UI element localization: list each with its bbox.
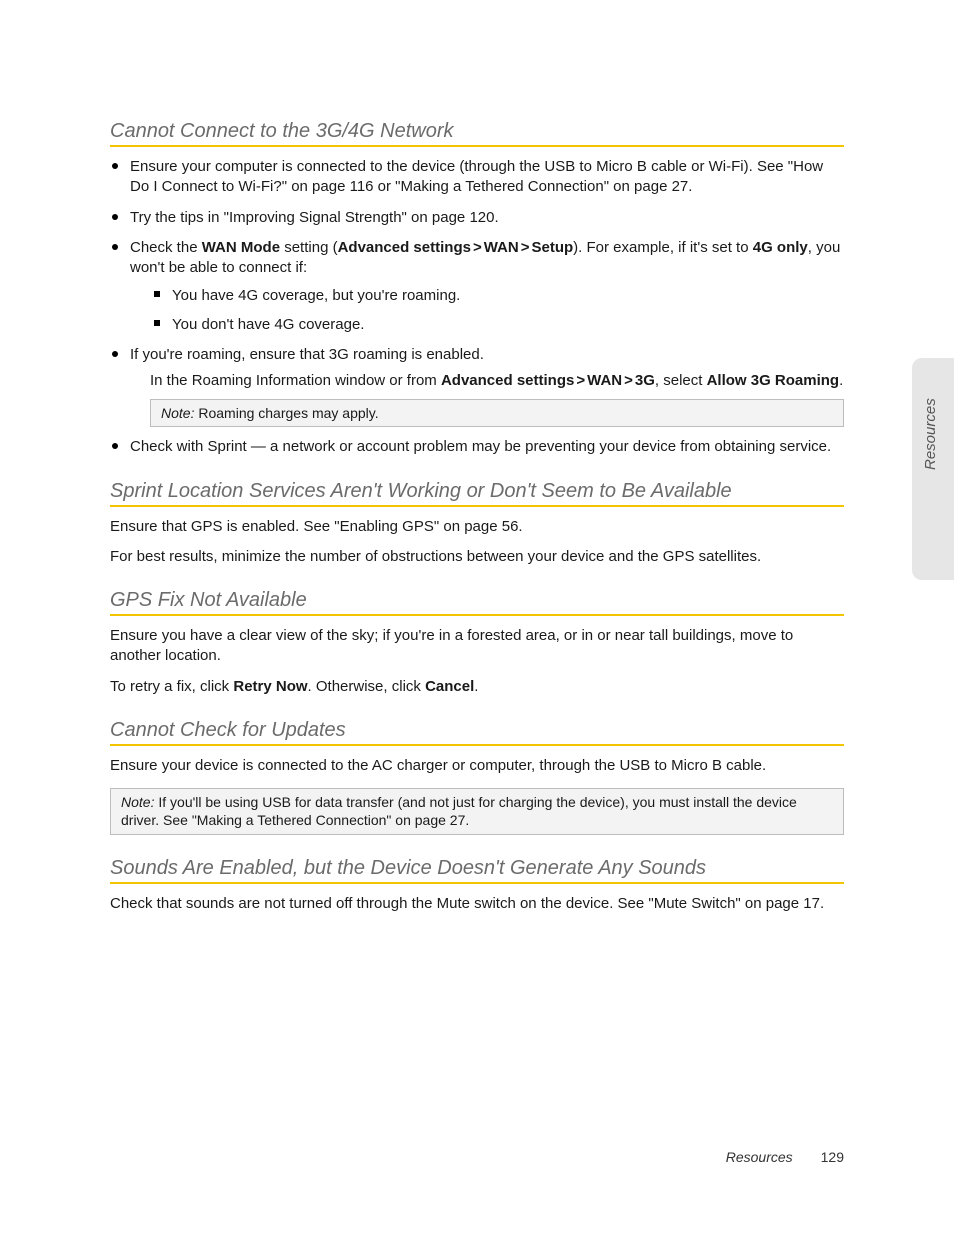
- text: .: [474, 678, 478, 695]
- text: To retry a fix, click: [110, 678, 233, 695]
- text: .: [839, 372, 843, 389]
- bullet-list: Ensure your computer is connected to the…: [110, 157, 844, 458]
- heading-cannot-connect: Cannot Connect to the 3G/4G Network: [110, 120, 844, 147]
- heading-cannot-check-updates: Cannot Check for Updates: [110, 719, 844, 746]
- bold-allow-roaming: Allow 3G Roaming: [707, 372, 840, 389]
- section-cannot-connect: Cannot Connect to the 3G/4G Network Ensu…: [110, 120, 844, 458]
- page-number: 129: [821, 1149, 844, 1165]
- bold-retry-now: Retry Now: [233, 678, 307, 695]
- sub-paragraph: In the Roaming Information window or fro…: [150, 371, 844, 391]
- sub-bullet-list: You have 4G coverage, but you're roaming…: [154, 286, 844, 335]
- heading-gps-fix: GPS Fix Not Available: [110, 589, 844, 616]
- chevron-icon: >: [471, 239, 484, 256]
- paragraph: Ensure your device is connected to the A…: [110, 756, 844, 776]
- document-page: Resources Cannot Connect to the 3G/4G Ne…: [0, 0, 954, 1235]
- chevron-icon: >: [622, 372, 635, 389]
- bold-4g-only: 4G only: [753, 239, 808, 256]
- side-tab-resources: Resources: [912, 358, 954, 580]
- paragraph: For best results, minimize the number of…: [110, 547, 844, 567]
- paragraph: Ensure you have a clear view of the sky;…: [110, 626, 844, 667]
- list-item: If you're roaming, ensure that 3G roamin…: [110, 345, 844, 428]
- section-gps-fix: GPS Fix Not Available Ensure you have a …: [110, 589, 844, 697]
- text: ). For example, if it's set to: [573, 239, 753, 256]
- bold-advanced-settings: Advanced settings: [441, 372, 574, 389]
- note-label: Note:: [161, 405, 194, 421]
- note-usb-driver: Note: If you'll be using USB for data tr…: [110, 788, 844, 834]
- list-item: You don't have 4G coverage.: [154, 315, 844, 335]
- bold-setup: Setup: [531, 239, 573, 256]
- bold-wan: WAN: [587, 372, 622, 389]
- text: , select: [655, 372, 707, 389]
- section-cannot-check-updates: Cannot Check for Updates Ensure your dev…: [110, 719, 844, 835]
- heading-sounds: Sounds Are Enabled, but the Device Doesn…: [110, 857, 844, 884]
- paragraph: Check that sounds are not turned off thr…: [110, 894, 844, 914]
- paragraph: Ensure that GPS is enabled. See "Enablin…: [110, 517, 844, 537]
- note-text: If you'll be using USB for data transfer…: [121, 794, 797, 828]
- bold-advanced-settings: Advanced settings: [338, 239, 471, 256]
- chevron-icon: >: [519, 239, 532, 256]
- bold-wan: WAN: [484, 239, 519, 256]
- side-tab-label: Resources: [922, 428, 939, 470]
- bold-3g: 3G: [635, 372, 655, 389]
- note-label: Note:: [121, 794, 154, 810]
- paragraph: To retry a fix, click Retry Now. Otherwi…: [110, 677, 844, 697]
- list-item: Check with Sprint — a network or account…: [110, 437, 844, 457]
- list-item: Ensure your computer is connected to the…: [110, 157, 844, 198]
- note-text: Roaming charges may apply.: [194, 405, 378, 421]
- section-sounds: Sounds Are Enabled, but the Device Doesn…: [110, 857, 844, 914]
- page-footer: Resources 129: [726, 1149, 844, 1165]
- list-item: Check the WAN Mode setting (Advanced set…: [110, 238, 844, 335]
- text: . Otherwise, click: [308, 678, 426, 695]
- text: If you're roaming, ensure that 3G roamin…: [130, 346, 484, 363]
- footer-section-label: Resources: [726, 1149, 793, 1165]
- text: setting (: [280, 239, 338, 256]
- chevron-icon: >: [574, 372, 587, 389]
- text: In the Roaming Information window or fro…: [150, 372, 441, 389]
- section-location-services: Sprint Location Services Aren't Working …: [110, 480, 844, 568]
- bold-wan-mode: WAN Mode: [202, 239, 280, 256]
- heading-location-services: Sprint Location Services Aren't Working …: [110, 480, 844, 507]
- bold-cancel: Cancel: [425, 678, 474, 695]
- list-item: Try the tips in "Improving Signal Streng…: [110, 208, 844, 228]
- note-roaming-charges: Note: Roaming charges may apply.: [150, 399, 844, 427]
- list-item: You have 4G coverage, but you're roaming…: [154, 286, 844, 306]
- text: Check the: [130, 239, 202, 256]
